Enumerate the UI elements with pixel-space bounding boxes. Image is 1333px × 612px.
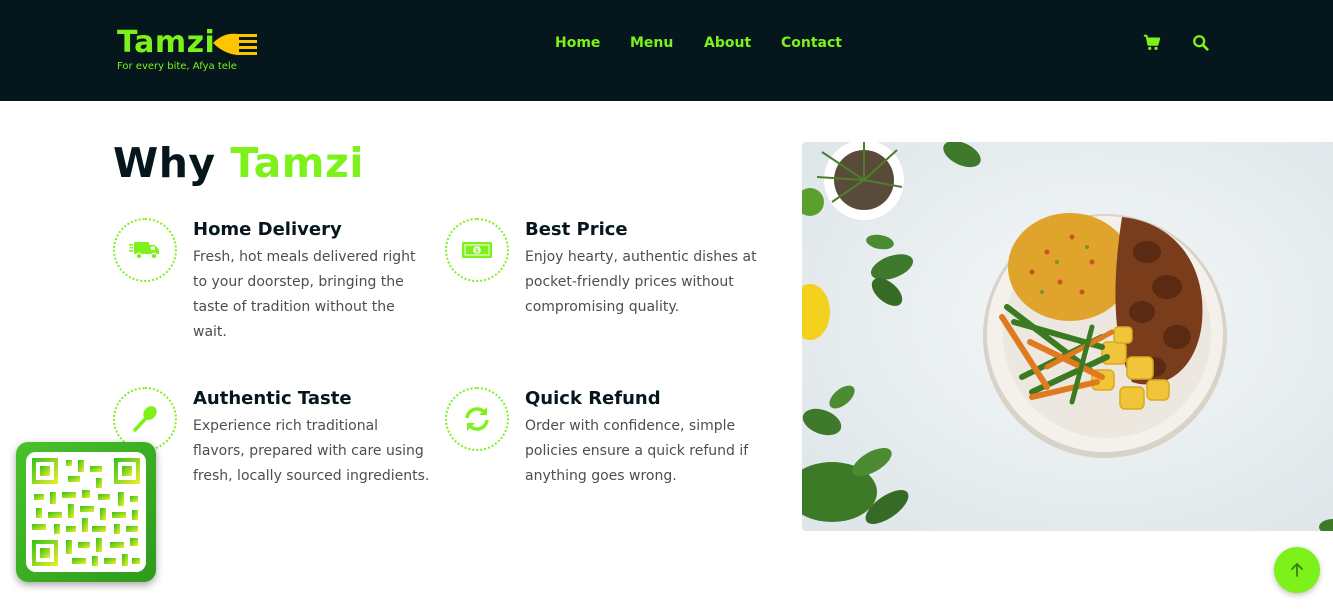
feature-description: Enjoy hearty, authentic dishes at pocket… <box>525 249 757 315</box>
qr-code-frame <box>26 452 146 572</box>
feature-description: Order with confidence, simple policies e… <box>525 418 749 484</box>
feature-title: Authentic Taste <box>193 388 352 409</box>
section-title-prefix: Why <box>113 139 216 187</box>
food-plate-image <box>802 142 1333 531</box>
qr-code-icon <box>26 452 146 572</box>
nav-contact[interactable]: Contact <box>781 34 842 52</box>
food-plate-illustration <box>802 142 1333 531</box>
feature-description: Experience rich traditional flavors, pre… <box>193 418 430 484</box>
feature-description: Fresh, hot meals delivered right to your… <box>193 249 416 340</box>
feature-title: Quick Refund <box>525 388 661 409</box>
feature-title: Home Delivery <box>193 219 342 240</box>
feature-icon-wrap: $ <box>445 218 509 282</box>
section-title: Why Tamzi <box>113 138 364 188</box>
section-title-accent: Tamzi <box>230 139 364 187</box>
brand-logo[interactable]: Tamzi For every bite, Afya tele <box>117 24 277 80</box>
feature-icon-wrap <box>445 387 509 451</box>
nav-menu[interactable]: Menu <box>630 34 673 52</box>
qr-code-card[interactable] <box>16 442 156 582</box>
refresh-icon <box>465 407 489 431</box>
spoon-icon <box>133 406 157 432</box>
money-bill-icon: $ <box>462 242 492 258</box>
delivery-truck-icon <box>129 242 159 260</box>
brand-tagline: For every bite, Afya tele <box>117 61 237 72</box>
svg-text:$: $ <box>475 248 479 255</box>
arrow-up-icon <box>1291 563 1303 577</box>
page: Tamzi For every bite, Afya tele Home Men… <box>0 0 1333 612</box>
nav-about[interactable]: About <box>704 34 751 52</box>
back-to-top-button[interactable] <box>1274 547 1320 593</box>
feature-title: Best Price <box>525 219 628 240</box>
feature-icon-wrap <box>113 218 177 282</box>
search-icon[interactable] <box>1192 34 1210 52</box>
brand-name: Tamzi <box>117 25 216 60</box>
fork-icon <box>213 33 257 55</box>
nav-home[interactable]: Home <box>555 34 600 52</box>
site-header: Tamzi For every bite, Afya tele Home Men… <box>0 0 1333 101</box>
cart-icon[interactable] <box>1143 34 1161 52</box>
